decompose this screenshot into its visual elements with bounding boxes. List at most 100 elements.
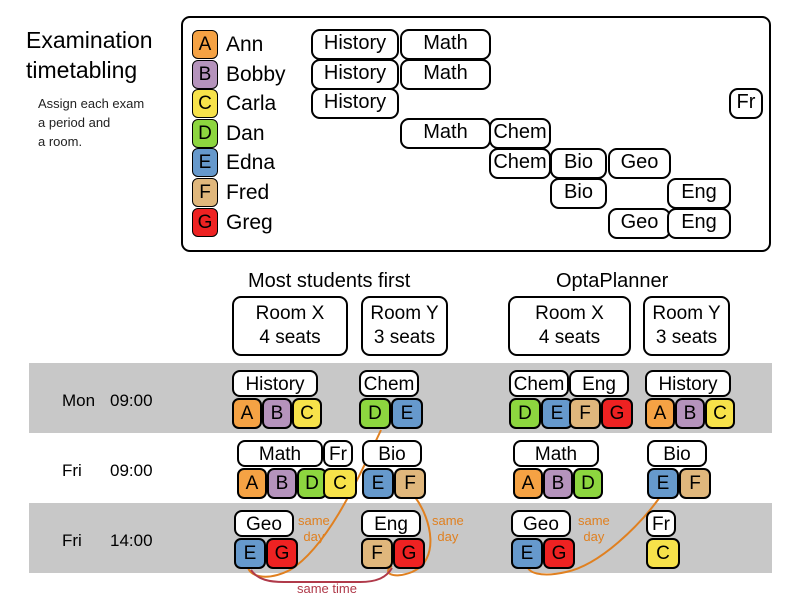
assignment-chem[interactable]: Chem D E xyxy=(509,370,573,429)
room-seats: 4 seats xyxy=(259,327,321,348)
assignment-exam-label: Chem xyxy=(513,374,565,395)
assignment-student-chips: ABD xyxy=(237,468,327,499)
assigned-student-chip-b: B xyxy=(543,468,573,499)
exam-pill-geo: Geo xyxy=(608,208,671,239)
assigned-student-chip-d: D xyxy=(509,398,541,429)
assignment-student-chips: ABD xyxy=(513,468,603,499)
subtitle-line2: a period and xyxy=(38,115,111,130)
assignment-student-chips: EG xyxy=(511,538,575,569)
assignment-bio[interactable]: Bio E F xyxy=(362,440,426,499)
exam-pill-fr: Fr xyxy=(729,88,763,119)
room-seats: 4 seats xyxy=(538,327,601,348)
exam-pill-chem: Chem xyxy=(489,118,551,149)
assignment-student-chips: EG xyxy=(234,538,298,569)
assignment-exam-label: Geo xyxy=(246,514,282,535)
constraint-label-same-day-2: same day xyxy=(578,513,610,545)
assignment-exam-label: History xyxy=(658,374,718,395)
assigned-student-chip-d: D xyxy=(359,398,391,429)
student-chip-a: A xyxy=(192,30,218,59)
exam-pill-eng: Eng xyxy=(667,208,731,239)
assignment-math[interactable]: Math A B D xyxy=(513,440,603,499)
assignment-exam-label: Geo xyxy=(523,514,559,535)
assigned-student-chip-f: F xyxy=(679,468,711,499)
assignment-eng[interactable]: Eng F G xyxy=(361,510,425,569)
assignment-exam-label: History xyxy=(245,374,305,395)
assigned-student-chip-c: C xyxy=(646,538,680,569)
assigned-student-chip-g: G xyxy=(601,398,633,429)
assigned-student-chip-g: G xyxy=(543,538,575,569)
assignment-history[interactable]: History A B C xyxy=(645,370,735,429)
student-name-bobby: Bobby xyxy=(226,62,286,86)
assignment-eng[interactable]: Eng F G xyxy=(569,370,633,429)
assignment-exam-label: Fr xyxy=(329,444,347,465)
assigned-student-chip-c: C xyxy=(323,468,357,499)
assignment-chem[interactable]: Chem D E xyxy=(359,370,423,429)
student-name-dan: Dan xyxy=(226,121,265,145)
assignment-student-chips: FG xyxy=(569,398,633,429)
student-chip-e: E xyxy=(192,148,218,178)
period-day: Fri xyxy=(62,461,82,480)
assignment-exam-label: Math xyxy=(534,444,578,465)
assignment-exam-label: Eng xyxy=(374,514,408,535)
assigned-student-chip-e: E xyxy=(647,468,679,499)
exam-pill-bio: Bio xyxy=(550,148,607,179)
slide-root: Examination timetabling Assign each exam… xyxy=(0,0,800,600)
exam-pill-math: Math xyxy=(400,29,491,60)
room-name: Room Y xyxy=(370,303,439,324)
assignment-geo[interactable]: Geo E G xyxy=(511,510,575,569)
assigned-student-chip-e: E xyxy=(391,398,423,429)
room-name: Room X xyxy=(535,303,604,324)
room-header-optaplanner-room-x: Room X 4 seats xyxy=(508,296,631,356)
exam-pill-history: History xyxy=(311,88,399,119)
student-chip-d: D xyxy=(192,118,218,148)
period-time: 09:00 xyxy=(110,461,153,480)
room-header-most-students-first-room-y: Room Y 3 seats xyxy=(361,296,448,356)
assignment-exam-label: Math xyxy=(258,444,302,465)
period-time: 09:00 xyxy=(110,391,153,410)
assigned-student-chip-a: A xyxy=(232,398,262,429)
assignment-student-chips: ABC xyxy=(232,398,322,429)
assignment-student-chips: C xyxy=(323,468,357,499)
student-chip-c: C xyxy=(192,89,218,119)
assignment-fr[interactable]: Fr C xyxy=(323,440,357,499)
constraint-label-line2: day xyxy=(303,529,325,544)
assignment-bio[interactable]: Bio E F xyxy=(647,440,711,499)
page-title-line2: timetabling xyxy=(26,57,138,83)
exam-pill-math: Math xyxy=(400,59,491,90)
assignment-student-chips: EF xyxy=(647,468,711,499)
assignment-exam-label: Chem xyxy=(363,374,415,395)
period-day: Mon xyxy=(62,391,96,410)
room-header-optaplanner-room-y: Room Y 3 seats xyxy=(643,296,730,356)
assignment-student-chips: EF xyxy=(362,468,426,499)
exam-pill-history: History xyxy=(311,59,399,90)
assignment-student-chips: DE xyxy=(359,398,423,429)
constraint-label-line1: same xyxy=(298,513,330,528)
student-name-edna: Edna xyxy=(226,151,276,175)
exam-pill-bio: Bio xyxy=(550,178,607,209)
assignment-history[interactable]: History A B C xyxy=(232,370,322,429)
period-time: 14:00 xyxy=(110,531,153,550)
assignment-exam-label: Bio xyxy=(378,444,406,465)
assigned-student-chip-f: F xyxy=(361,538,393,569)
assigned-student-chip-f: F xyxy=(569,398,601,429)
assigned-student-chip-a: A xyxy=(237,468,267,499)
assignment-geo[interactable]: Geo E G xyxy=(234,510,298,569)
assignment-student-chips: C xyxy=(646,538,680,569)
assignment-fr[interactable]: Fr C xyxy=(646,510,680,569)
constraint-label-same-day-1: same day xyxy=(432,513,464,545)
section-title-most-students-first: Most students first xyxy=(248,270,411,292)
constraint-label-line2: day xyxy=(583,529,605,544)
assignment-math[interactable]: Math A B D xyxy=(237,440,327,499)
student-name-greg: Greg xyxy=(226,210,273,234)
room-seats: 3 seats xyxy=(373,327,436,348)
assigned-student-chip-b: B xyxy=(675,398,705,429)
assignment-exam-label: Eng xyxy=(582,374,616,395)
exam-pill-eng: Eng xyxy=(667,178,731,209)
assignment-exam-label: Fr xyxy=(652,514,670,535)
assigned-student-chip-e: E xyxy=(362,468,394,499)
assignment-student-chips: FG xyxy=(361,538,425,569)
page-title-line1: Examination xyxy=(26,27,153,53)
assigned-student-chip-b: B xyxy=(262,398,292,429)
exam-pill-chem: Chem xyxy=(489,148,551,179)
room-seats: 3 seats xyxy=(655,327,718,348)
